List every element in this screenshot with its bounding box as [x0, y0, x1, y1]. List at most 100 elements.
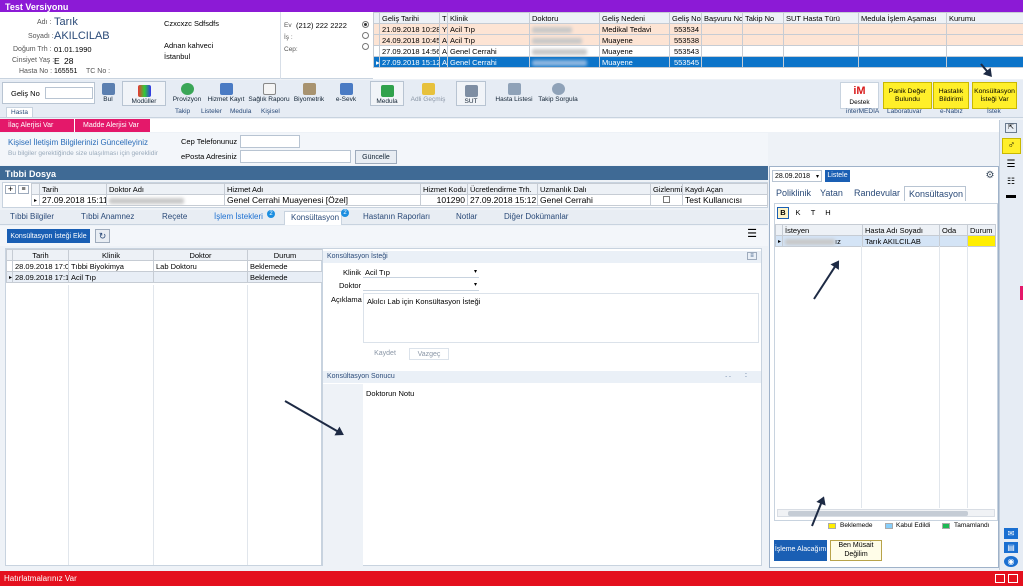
menu-icon[interactable]: ☰ [745, 229, 759, 242]
header-cell[interactable]: Hasta Adı Soyadı [862, 224, 940, 236]
bed-icon[interactable]: ▬ [1004, 190, 1018, 201]
visit-row[interactable]: 21.09.2018 10:28 Y Acil Tıp Medikal Tedavi 5… [373, 23, 1023, 35]
gelis-no-input[interactable] [45, 87, 93, 99]
list-icon[interactable]: ☰ [1005, 159, 1017, 170]
biyometrik-button[interactable]: Biyometrik [292, 81, 326, 103]
refresh-icon[interactable]: ↻ [95, 229, 110, 243]
gear-icon[interactable]: ⚙ [984, 170, 996, 182]
tab-konsultasyon-active[interactable]: Konsültasyon [284, 211, 342, 225]
header-cell[interactable]: Kaydı Açan [682, 183, 768, 195]
header-cell[interactable]: Hizmet Adı [224, 183, 421, 195]
filter-t[interactable]: T [807, 207, 819, 219]
header-cell[interactable]: Kurumu [946, 12, 1023, 24]
hizmet-kayit-button[interactable]: Hizmet Kayıt [206, 81, 246, 103]
tab-tibbi-anamnez[interactable]: Tıbbi Anamnez [81, 212, 134, 221]
consultation-row-selected[interactable]: ▸ 28.09.2018 17:11 Acil Tıp Beklemede [6, 271, 323, 283]
tab-recete[interactable]: Reçete [162, 212, 187, 221]
header-cell[interactable]: Geliş No [669, 12, 702, 24]
tab-diger-dokumanlar[interactable]: Diğer Dokümanlar [504, 212, 568, 221]
expand-icon[interactable]: + [5, 185, 16, 194]
header-cell[interactable]: İsteyen [782, 224, 863, 236]
header-cell[interactable]: Hizmet Kodu [420, 183, 468, 195]
maximize-icon[interactable]: ⇱ [1005, 123, 1017, 133]
mobile-input[interactable] [240, 135, 300, 148]
header-cell[interactable]: Ücretlendirme Trh. [467, 183, 538, 195]
tab-yatan[interactable]: Yatan [820, 189, 843, 198]
mail-icon[interactable]: ✉ [1004, 528, 1018, 539]
hasta-listesi-button[interactable]: Hasta Listesi [493, 81, 535, 103]
reminders-text[interactable]: Hatırlatmalarınız Var [4, 574, 77, 583]
filter-k[interactable]: K [792, 207, 804, 219]
bul-button[interactable]: Bul [98, 81, 118, 103]
cancel-button[interactable]: Vazgeç [409, 348, 449, 360]
request-row[interactable]: ▸ ız Tarık AKILCILAB [775, 235, 996, 247]
provizyon-button[interactable]: Provizyon [172, 81, 202, 103]
visit-row[interactable]: 27.09.2018 14:56 A Genel Cerrahi Muayene 553… [373, 45, 1023, 57]
drug-allergy-alert[interactable]: İlaç Alerjisi Var [0, 119, 74, 132]
header-cell[interactable]: Takip No [742, 12, 784, 24]
date-picker[interactable]: 28.09.2018 ▾ [772, 170, 822, 182]
header-cell[interactable]: Geliş Nedeni [599, 12, 670, 24]
filter-b[interactable]: B [777, 207, 789, 219]
konsultasyon-istegi-button[interactable]: Konsültasyon İsteği Var [972, 82, 1017, 109]
doctor-select[interactable]: ▾ [363, 279, 479, 291]
destek-button[interactable]: iM Destek [840, 82, 879, 109]
tab-konsultasyon-active[interactable]: Konsültasyon [904, 186, 966, 201]
window-minimize-icon[interactable] [995, 574, 1005, 583]
header-cell[interactable]: SUT Hasta Türü [783, 12, 859, 24]
header-cell[interactable]: Durum [247, 249, 323, 261]
saglik-raporu-button[interactable]: Sağlık Raporu [247, 81, 291, 103]
email-input[interactable] [240, 150, 351, 163]
grid-icon[interactable]: ≡ [18, 185, 29, 194]
header-cell[interactable]: Başvuru No [701, 12, 743, 24]
tab-hastanin-raporlari[interactable]: Hastanın Raporları [363, 212, 430, 221]
tab-poliklinik[interactable]: Poliklinik [776, 189, 811, 198]
sut-button[interactable]: SUT [456, 81, 486, 106]
consultation-row[interactable]: 28.09.2018 17:08 Tıbbi Biyokimya Lab Dok… [6, 260, 323, 272]
phone-radio-is[interactable] [362, 32, 369, 39]
hastalik-bildirimi-button[interactable]: Hastalık Bildirimi [933, 82, 969, 109]
visit-row-selected[interactable]: ▸ 27.09.2018 15:12 A Genel Cerrahi Muayene 55… [373, 56, 1023, 68]
file-hidden-checkbox[interactable] [650, 194, 683, 206]
header-cell[interactable]: Klinik [68, 249, 154, 261]
header-cell[interactable]: Klinik [447, 12, 530, 24]
message-icon[interactable]: ▤ [1004, 542, 1018, 553]
substance-allergy-alert[interactable]: Madde Alerjisi Var [75, 119, 150, 132]
header-cell[interactable]: Doktor Adı [106, 183, 225, 195]
moduller-button[interactable]: Modüller [122, 81, 166, 106]
group-hasta[interactable]: Hasta [6, 107, 33, 118]
header-cell[interactable]: Medula İşlem Aşaması [858, 12, 947, 24]
header-cell[interactable]: Oda [939, 224, 968, 236]
takip-sorgula-button[interactable]: Takip Sorgula [537, 81, 579, 103]
header-cell[interactable]: Tarih [12, 249, 69, 261]
header-cell[interactable]: Geliş Tarihi [379, 12, 440, 24]
filter-h[interactable]: H [822, 207, 834, 219]
update-button[interactable]: Güncelle [355, 150, 397, 164]
add-consultation-button[interactable]: Konsültasyon İsteği Ekle [7, 229, 90, 243]
medula-button[interactable]: Medula [370, 81, 404, 106]
medical-file-row[interactable]: ▸ 27.09.2018 15:11 Genel Cerrahi Muayene… [31, 194, 768, 206]
header-cell[interactable]: Tarih [39, 183, 107, 195]
header-cell[interactable]: T [439, 12, 448, 24]
list-button[interactable]: Listele [825, 170, 850, 182]
checklist-icon[interactable]: ☷ [1005, 176, 1017, 187]
not-available-button[interactable]: Ben Müsait Değilim [830, 540, 882, 561]
window-close-icon[interactable] [1008, 574, 1018, 583]
doctor-note-area[interactable] [363, 401, 761, 565]
tab-notlar[interactable]: Notlar [456, 212, 477, 221]
tab-islem-istekleri[interactable]: İşlem İstekleri [214, 212, 263, 221]
esevk-button[interactable]: e-Sevk [334, 81, 358, 103]
phone-radio-cep[interactable] [362, 43, 369, 50]
header-cell[interactable]: Durum [967, 224, 996, 236]
header-cell[interactable]: Doktor [153, 249, 248, 261]
clinic-select[interactable]: Acil Tıp ▾ [363, 266, 479, 278]
adli-gecmis-button[interactable]: Adli Geçmiş [408, 81, 448, 103]
description-textarea[interactable]: Akılcı Lab için Konsültasyon İsteği [363, 293, 759, 343]
header-cell[interactable]: Uzmanlık Dalı [537, 183, 651, 195]
visit-row[interactable]: 24.09.2018 10:45 A Acil Tıp Muayene 553538 [373, 34, 1023, 46]
phone-radio-ev[interactable] [362, 21, 369, 28]
save-button[interactable]: Kaydet [365, 348, 405, 360]
header-cell[interactable]: Gizlenmiş [650, 183, 683, 195]
tab-randevular[interactable]: Randevular [854, 189, 900, 198]
stethoscope-icon[interactable]: ♂ [1002, 138, 1021, 154]
